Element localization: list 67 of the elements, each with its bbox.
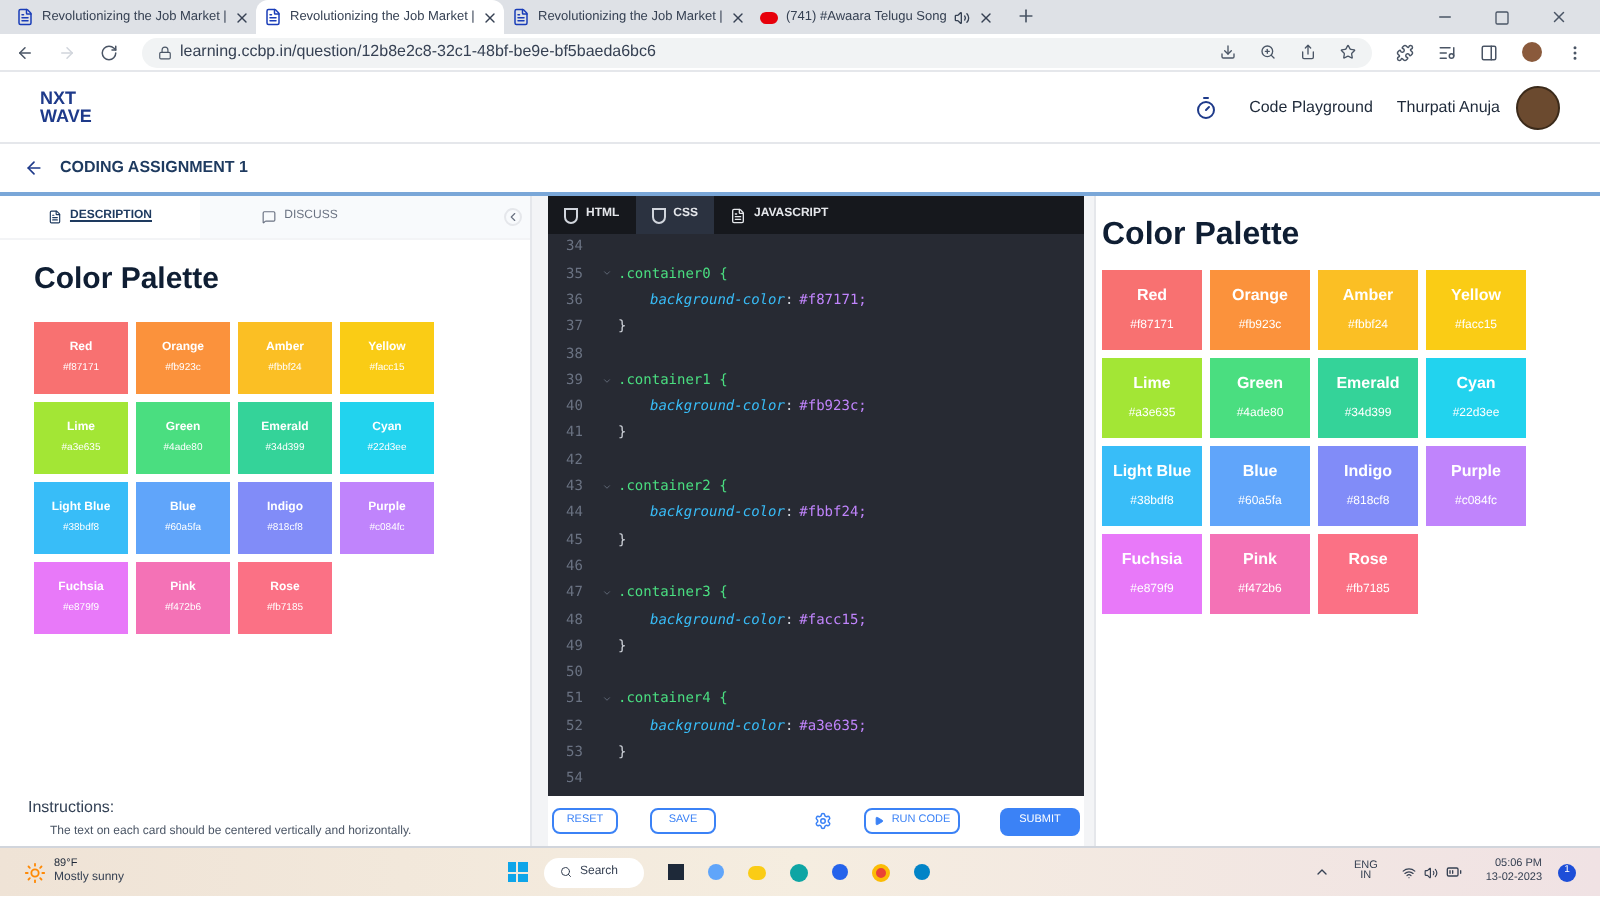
color-name: Lime bbox=[1133, 376, 1171, 392]
instructions-heading: Instructions: bbox=[28, 796, 117, 820]
color-name: Orange bbox=[1231, 288, 1288, 304]
close-icon[interactable] bbox=[730, 9, 747, 25]
comment-icon bbox=[262, 210, 277, 224]
share-icon[interactable] bbox=[1300, 44, 1316, 60]
nav-link[interactable]: Code Playground bbox=[1249, 95, 1373, 119]
app-icon[interactable] bbox=[667, 864, 684, 880]
battery-icon[interactable] bbox=[1445, 864, 1462, 880]
file-icon bbox=[730, 207, 747, 223]
color-name: Amber bbox=[1342, 288, 1394, 304]
shield-icon bbox=[564, 207, 578, 223]
back-icon[interactable] bbox=[24, 158, 44, 178]
page-icon bbox=[264, 8, 282, 26]
color-name: Fuchsia bbox=[1121, 552, 1183, 568]
collapse-icon[interactable] bbox=[504, 208, 522, 226]
user-name: Thurpati Anuja bbox=[1396, 95, 1500, 119]
close-icon[interactable] bbox=[1550, 8, 1568, 26]
reload-icon[interactable] bbox=[100, 43, 118, 61]
color-name: Cyan bbox=[1456, 376, 1496, 392]
color-name: Rose bbox=[1348, 552, 1388, 568]
play-icon bbox=[873, 816, 884, 826]
lock-icon bbox=[158, 45, 172, 59]
color-name: Emerald bbox=[1336, 376, 1400, 392]
profile-avatar[interactable] bbox=[1522, 42, 1542, 62]
wifi-icon[interactable] bbox=[1401, 865, 1416, 879]
page-icon bbox=[16, 8, 34, 26]
color-name: Light Blue bbox=[1112, 464, 1192, 480]
search-icon bbox=[559, 866, 572, 878]
start-icon[interactable] bbox=[507, 862, 528, 882]
browser-icon[interactable] bbox=[789, 863, 808, 881]
assignment-title: CODING ASSIGNMENT 1 bbox=[60, 156, 248, 180]
page-title: Color Palette bbox=[1102, 220, 1302, 252]
close-icon[interactable] bbox=[978, 9, 995, 25]
side-panel-icon[interactable] bbox=[1480, 43, 1498, 61]
url-text: learning.ccbp.in/question/12b8e2c8-32c1-48bf-be9e-bf5baeda6bc6 bbox=[180, 40, 656, 64]
page-title: Color Palette bbox=[34, 264, 222, 294]
extensions-icon[interactable] bbox=[1396, 43, 1414, 61]
shield-icon bbox=[651, 207, 666, 223]
speaker-icon bbox=[954, 9, 971, 25]
logo[interactable]: NXT WAVE bbox=[40, 89, 92, 125]
page-icon bbox=[512, 8, 530, 26]
address-field[interactable]: learning.ccbp.in/question/12b8e2c8-32c1-48bf-be9e-bf5baeda6bc6 bbox=[142, 37, 1372, 67]
color-name: Purple bbox=[1451, 464, 1501, 480]
install-icon[interactable] bbox=[1220, 44, 1236, 60]
back-icon[interactable] bbox=[16, 43, 34, 61]
user-avatar[interactable] bbox=[1516, 85, 1560, 129]
color-name: Pink bbox=[1243, 552, 1277, 568]
video-icon bbox=[760, 11, 778, 23]
color-name: Green bbox=[1236, 376, 1284, 392]
maximize-icon[interactable] bbox=[1494, 9, 1510, 25]
timer-icon[interactable] bbox=[1193, 95, 1218, 119]
tray-icon[interactable] bbox=[1313, 864, 1330, 880]
color-name: Red bbox=[1136, 288, 1168, 304]
speaker-icon[interactable] bbox=[1423, 865, 1438, 879]
settings-icon[interactable] bbox=[814, 812, 832, 830]
new-tab-icon[interactable] bbox=[1016, 6, 1036, 26]
browser-icon[interactable] bbox=[871, 863, 890, 881]
media-icon[interactable] bbox=[1438, 43, 1456, 61]
close-icon[interactable] bbox=[482, 9, 499, 25]
color-name: Blue bbox=[1242, 464, 1278, 480]
close-icon[interactable] bbox=[234, 9, 251, 25]
color-name: Indigo bbox=[1344, 464, 1392, 480]
color-name: Yellow bbox=[1451, 288, 1501, 304]
bookmark-icon[interactable] bbox=[1340, 44, 1356, 60]
zoom-icon[interactable] bbox=[1260, 44, 1276, 60]
document-icon bbox=[47, 210, 62, 224]
